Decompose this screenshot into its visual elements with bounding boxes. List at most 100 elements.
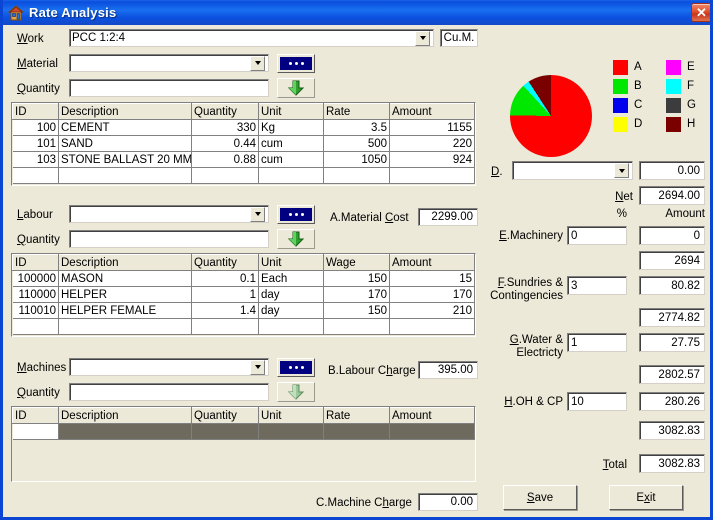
quantity-cell[interactable] xyxy=(191,318,259,335)
machines-quantity-input[interactable] xyxy=(69,383,269,401)
amount-cell[interactable]: 220 xyxy=(389,135,475,152)
amount-cell[interactable]: 210 xyxy=(389,302,475,319)
id-cell[interactable] xyxy=(12,423,59,440)
column-header[interactable]: Description xyxy=(58,103,192,120)
amount-cell[interactable]: 924 xyxy=(389,151,475,168)
id-cell[interactable] xyxy=(12,167,59,184)
description-cell[interactable] xyxy=(58,423,192,440)
column-header[interactable]: Quantity xyxy=(191,407,259,424)
rate-cell[interactable]: 150 xyxy=(323,302,390,319)
description-cell[interactable]: HELPER xyxy=(58,286,192,303)
quantity-cell[interactable]: 0.88 xyxy=(191,151,259,168)
table-row[interactable]: 103 STONE BALLAST 20 MM 0.88 cum 1050 924 xyxy=(12,151,475,168)
machines-browse-button[interactable] xyxy=(277,358,315,377)
amount-cell[interactable]: 170 xyxy=(389,286,475,303)
rate-cell[interactable] xyxy=(323,423,390,440)
unit-cell[interactable]: Each xyxy=(258,270,324,287)
column-header[interactable]: Amount xyxy=(389,254,475,271)
unit-cell[interactable] xyxy=(258,318,324,335)
column-header[interactable]: Unit xyxy=(258,407,324,424)
rate-cell[interactable]: 1050 xyxy=(323,151,390,168)
quantity-cell[interactable]: 1.4 xyxy=(191,302,259,319)
unit-cell[interactable]: day xyxy=(258,286,324,303)
work-combo[interactable]: PCC 1:2:4 xyxy=(69,29,434,47)
id-cell[interactable]: 100 xyxy=(12,119,59,136)
description-cell[interactable]: CEMENT xyxy=(58,119,192,136)
material-table[interactable]: ID Description Quantity Unit Rate Amount 100 CE… xyxy=(11,102,476,186)
column-header[interactable]: Description xyxy=(58,254,192,271)
quantity-cell[interactable]: 330 xyxy=(191,119,259,136)
description-cell[interactable] xyxy=(58,167,192,184)
description-cell[interactable]: MASON xyxy=(58,270,192,287)
quantity-cell[interactable] xyxy=(191,167,259,184)
amount-cell[interactable] xyxy=(389,167,475,184)
table-row[interactable]: 110000 HELPER 1 day 170 170 xyxy=(12,286,475,303)
labour-quantity-input[interactable] xyxy=(69,230,269,248)
rate-cell[interactable]: 3.5 xyxy=(323,119,390,136)
table-row[interactable]: 100 CEMENT 330 Kg 3.5 1155 xyxy=(12,119,475,136)
chevron-down-icon[interactable] xyxy=(250,206,265,222)
amount-cell[interactable] xyxy=(389,318,475,335)
table-row[interactable]: 100000 MASON 0.1 Each 150 15 xyxy=(12,270,475,287)
machines-combo[interactable] xyxy=(69,358,269,376)
column-header[interactable]: Rate xyxy=(323,103,390,120)
column-header[interactable]: ID xyxy=(12,407,59,424)
amount-cell[interactable] xyxy=(389,423,475,440)
machine-table[interactable]: ID Description Quantity Unit Rate Amount xyxy=(11,406,476,482)
rate-cell[interactable]: 500 xyxy=(323,135,390,152)
chevron-down-icon[interactable] xyxy=(614,163,629,178)
table-row[interactable]: 101 SAND 0.44 cum 500 220 xyxy=(12,135,475,152)
column-header[interactable]: Amount xyxy=(389,103,475,120)
chevron-down-icon[interactable] xyxy=(415,30,430,46)
column-header[interactable]: Unit xyxy=(258,103,324,120)
column-header[interactable]: Unit xyxy=(258,254,324,271)
column-header[interactable]: Quantity xyxy=(191,254,259,271)
id-cell[interactable]: 101 xyxy=(12,135,59,152)
unit-cell[interactable] xyxy=(258,423,324,440)
labour-combo[interactable] xyxy=(69,205,269,223)
id-cell[interactable]: 100000 xyxy=(12,270,59,287)
close-button[interactable]: ✕ xyxy=(691,3,710,22)
chevron-down-icon[interactable] xyxy=(250,55,265,71)
save-button[interactable]: Save xyxy=(503,485,577,510)
material-browse-button[interactable] xyxy=(277,54,315,73)
description-cell[interactable] xyxy=(58,318,192,335)
column-header[interactable]: Wage xyxy=(323,254,390,271)
column-header[interactable]: Quantity xyxy=(191,103,259,120)
description-cell[interactable]: HELPER FEMALE xyxy=(58,302,192,319)
deduction-combo[interactable] xyxy=(512,161,633,180)
table-row[interactable]: 110010 HELPER FEMALE 1.4 day 150 210 xyxy=(12,302,475,319)
description-cell[interactable]: STONE BALLAST 20 MM xyxy=(58,151,192,168)
table-row[interactable] xyxy=(12,318,475,335)
unit-cell[interactable]: cum xyxy=(258,135,324,152)
material-combo[interactable] xyxy=(69,54,269,72)
rate-cell[interactable] xyxy=(323,318,390,335)
rate-cell[interactable]: 170 xyxy=(323,286,390,303)
description-cell[interactable]: SAND xyxy=(58,135,192,152)
summary-percent-input-g[interactable]: 1 xyxy=(567,333,627,352)
unit-cell[interactable]: cum xyxy=(258,151,324,168)
labour-browse-button[interactable] xyxy=(277,205,315,224)
id-cell[interactable]: 103 xyxy=(12,151,59,168)
rate-cell[interactable]: 150 xyxy=(323,270,390,287)
column-header[interactable]: Amount xyxy=(389,407,475,424)
id-cell[interactable]: 110000 xyxy=(12,286,59,303)
column-header[interactable]: Description xyxy=(58,407,192,424)
id-cell[interactable] xyxy=(12,318,59,335)
amount-cell[interactable]: 1155 xyxy=(389,119,475,136)
machines-add-button[interactable] xyxy=(277,382,315,402)
id-cell[interactable]: 110010 xyxy=(12,302,59,319)
chevron-down-icon[interactable] xyxy=(250,359,265,375)
quantity-cell[interactable]: 0.1 xyxy=(191,270,259,287)
unit-cell[interactable]: day xyxy=(258,302,324,319)
rate-cell[interactable] xyxy=(323,167,390,184)
column-header[interactable]: ID xyxy=(12,254,59,271)
unit-cell[interactable] xyxy=(258,167,324,184)
table-row[interactable] xyxy=(12,423,475,440)
summary-percent-input-e[interactable]: 0 xyxy=(567,226,627,245)
material-add-button[interactable] xyxy=(277,78,315,98)
quantity-cell[interactable]: 1 xyxy=(191,286,259,303)
amount-cell[interactable]: 15 xyxy=(389,270,475,287)
table-row[interactable] xyxy=(12,167,475,184)
column-header[interactable]: Rate xyxy=(323,407,390,424)
